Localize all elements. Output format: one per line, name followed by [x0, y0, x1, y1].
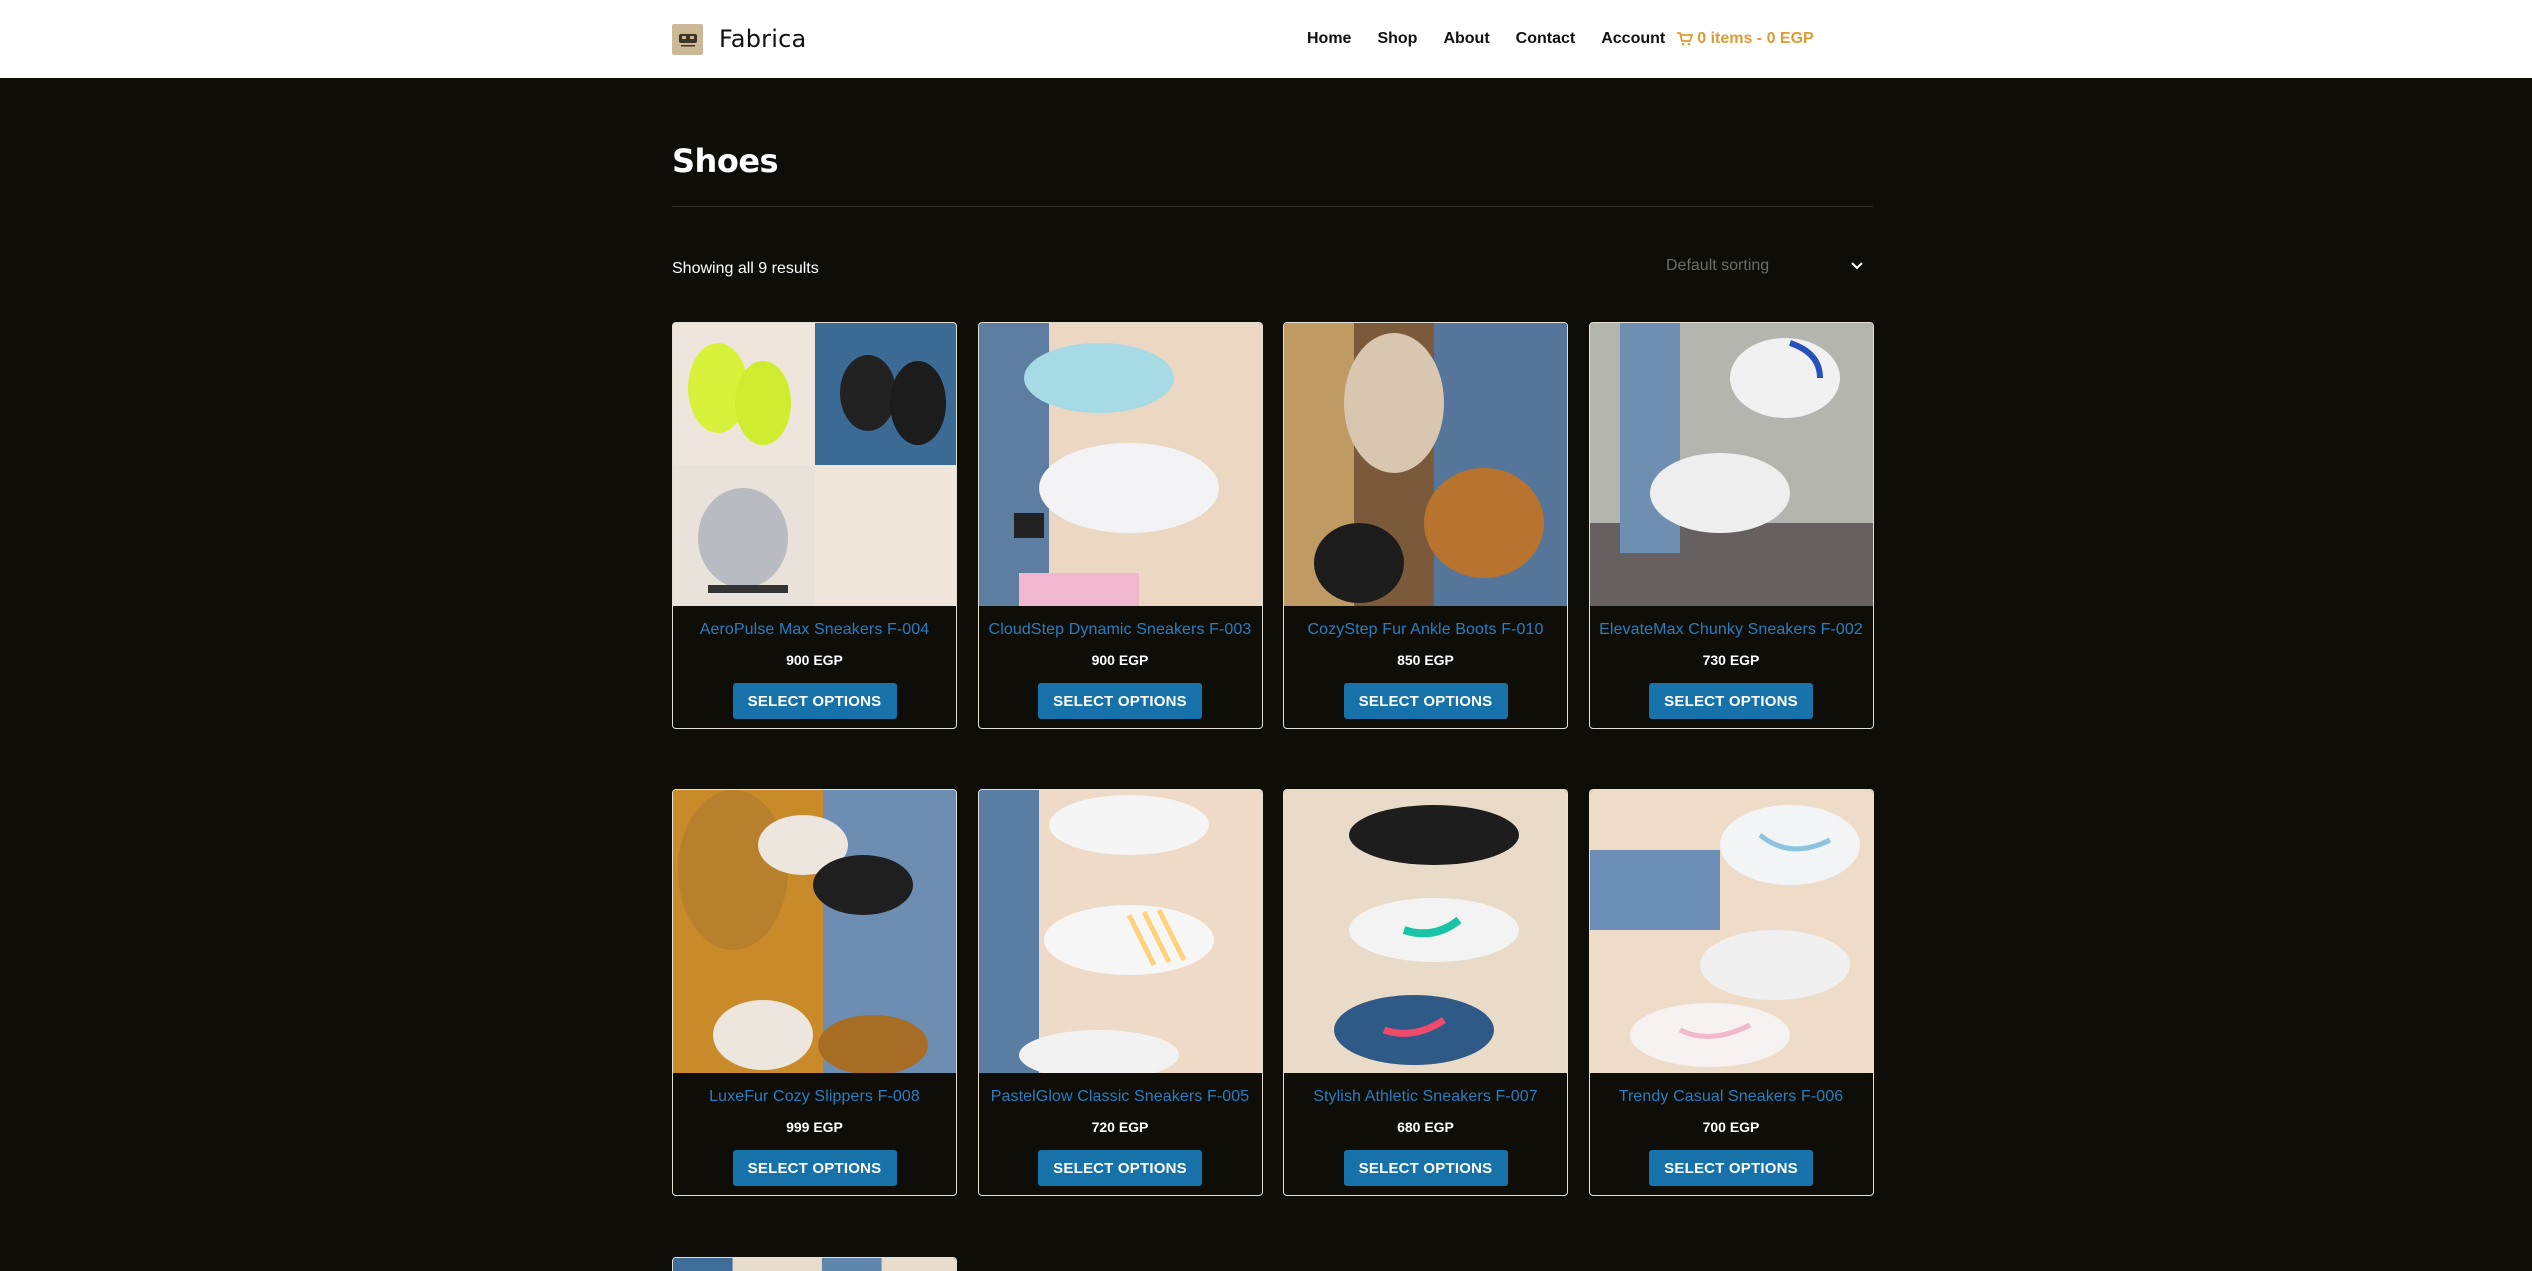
product-title[interactable]: PastelGlow Classic Sneakers F-005: [991, 1088, 1250, 1106]
page-title: Shoes: [672, 142, 779, 180]
product-price: 730 EGP: [1702, 652, 1760, 668]
product-title[interactable]: ElevateMax Chunky Sneakers F-002: [1599, 621, 1863, 639]
brand[interactable]: Fabrica: [672, 22, 806, 56]
product-card: PastelGlow Classic Sneakers F-005 720 EG…: [977, 789, 1263, 1196]
select-options-button[interactable]: SELECT OPTIONS: [732, 1150, 897, 1186]
product-title[interactable]: Stylish Athletic Sneakers F-007: [1313, 1088, 1538, 1106]
product-card: AeroPulse Max Sneakers F-004 900 EGP SEL…: [672, 322, 957, 729]
cart-link[interactable]: 0 items - 0 EGP: [1677, 30, 1814, 48]
product-grid: AeroPulse Max Sneakers F-004 900 EGP SEL…: [672, 322, 1874, 1196]
cart-summary: 0 items - 0 EGP: [1697, 30, 1814, 47]
select-options-button[interactable]: SELECT OPTIONS: [1649, 1150, 1813, 1186]
product-title[interactable]: CloudStep Dynamic Sneakers F-003: [989, 621, 1252, 639]
product-card: Trendy Casual Sneakers F-006 700 EGP SEL…: [1588, 789, 1874, 1196]
main-nav: Home Shop About Contact Account 0 items …: [1307, 27, 1814, 51]
select-options-button[interactable]: SELECT OPTIONS: [1038, 683, 1202, 719]
product-title[interactable]: LuxeFur Cozy Slippers F-008: [709, 1088, 920, 1106]
product-image[interactable]: [1284, 323, 1567, 606]
product-card: Stylish Athletic Sneakers F-007 680 EGP …: [1283, 789, 1568, 1196]
nav-about[interactable]: About: [1443, 30, 1489, 48]
select-options-button[interactable]: SELECT OPTIONS: [1038, 1150, 1202, 1186]
site-header: Fabrica Home Shop About Contact Account …: [0, 0, 2532, 78]
product-price: 680 EGP: [1397, 1119, 1454, 1135]
select-options-button[interactable]: SELECT OPTIONS: [1649, 683, 1813, 719]
cart-icon: [1677, 32, 1694, 46]
product-card: ElevateMax Chunky Sneakers F-002 730 EGP…: [1588, 322, 1874, 729]
select-options-button[interactable]: SELECT OPTIONS: [1343, 683, 1508, 719]
product-price: 700 EGP: [1702, 1119, 1760, 1135]
nav-shop[interactable]: Shop: [1377, 30, 1417, 48]
product-image[interactable]: [1284, 790, 1567, 1073]
sorting-value: Default sorting: [1666, 257, 1770, 274]
divider: [672, 206, 1873, 207]
product-price: 900 EGP: [1091, 652, 1149, 668]
product-image[interactable]: [673, 323, 956, 606]
product-price: 720 EGP: [1091, 1119, 1149, 1135]
product-price: 999 EGP: [786, 1119, 843, 1135]
product-image[interactable]: [673, 790, 956, 1073]
product-image[interactable]: [978, 790, 1262, 1073]
product-card: LuxeFur Cozy Slippers F-008 999 EGP SELE…: [672, 789, 957, 1196]
product-card: CloudStep Dynamic Sneakers F-003 900 EGP…: [977, 322, 1263, 729]
select-options-button[interactable]: SELECT OPTIONS: [1343, 1150, 1508, 1186]
select-options-button[interactable]: SELECT OPTIONS: [732, 683, 897, 719]
product-image[interactable]: [1589, 790, 1873, 1073]
product-title[interactable]: CozyStep Fur Ankle Boots F-010: [1308, 621, 1544, 639]
nav-contact[interactable]: Contact: [1516, 30, 1576, 48]
chevron-down-icon: [1851, 262, 1863, 270]
product-card-partial[interactable]: [672, 1257, 957, 1271]
product-image[interactable]: [1589, 323, 1873, 606]
logo-icon: [672, 23, 703, 55]
nav-home[interactable]: Home: [1307, 30, 1351, 48]
product-title[interactable]: Trendy Casual Sneakers F-006: [1619, 1088, 1844, 1106]
nav-account[interactable]: Account: [1601, 30, 1665, 48]
brand-name: Fabrica: [719, 25, 807, 53]
product-card: CozyStep Fur Ankle Boots F-010 850 EGP S…: [1283, 322, 1568, 729]
product-price: 850 EGP: [1397, 652, 1454, 668]
product-price: 900 EGP: [786, 652, 843, 668]
sorting-select[interactable]: Default sorting: [1650, 250, 1876, 282]
product-image[interactable]: [978, 323, 1262, 606]
product-title[interactable]: AeroPulse Max Sneakers F-004: [700, 621, 930, 639]
result-count: Showing all 9 results: [672, 260, 819, 277]
